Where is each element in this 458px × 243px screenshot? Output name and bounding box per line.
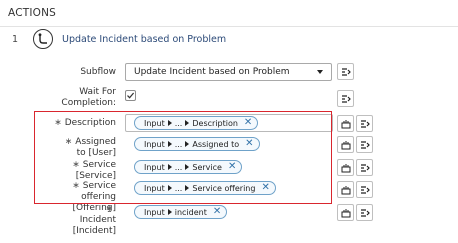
subflow-select-value: Update Incident based on Problem <box>134 67 290 77</box>
section-title: ACTIONS <box>8 7 57 19</box>
data-pill-picker-icon <box>341 140 350 149</box>
data-pill-picker-button[interactable] <box>337 115 354 132</box>
step-title-link[interactable]: Update Incident based on Problem <box>62 34 226 45</box>
chevron-down-icon <box>317 70 323 74</box>
wait-label: Wait For Completion: <box>36 87 116 109</box>
script-toggle-button[interactable] <box>356 204 373 221</box>
data-pill-picker-button[interactable] <box>337 181 354 198</box>
step-number: 1 <box>12 34 19 45</box>
wait-for-completion-checkbox[interactable] <box>125 90 136 101</box>
script-toggle-icon <box>360 140 370 149</box>
script-toggle-button[interactable] <box>356 159 373 176</box>
highlight-box <box>34 111 332 204</box>
script-toggle-button[interactable] <box>337 90 354 107</box>
script-toggle-icon <box>341 94 351 103</box>
incident-label: ∗ Incident [Incident] <box>72 204 116 236</box>
script-toggle-button[interactable] <box>356 181 373 198</box>
data-pill-picker-icon <box>341 119 350 128</box>
checkmark-icon <box>127 92 135 99</box>
script-toggle-icon <box>341 67 351 76</box>
incident-data-pill[interactable]: Input incident ✕ <box>134 205 228 219</box>
data-pill-picker-icon <box>341 163 350 172</box>
data-pill-picker-icon <box>341 185 350 194</box>
script-toggle-button[interactable] <box>356 136 373 153</box>
wait-label-line2: Completion: <box>61 98 116 108</box>
script-toggle-button[interactable] <box>337 63 354 80</box>
flow-icon <box>33 29 53 49</box>
subflow-label: Subflow <box>80 67 116 77</box>
script-toggle-icon <box>360 163 370 172</box>
data-pill-picker-button[interactable] <box>337 136 354 153</box>
data-pill-picker-button[interactable] <box>337 159 354 176</box>
data-pill-picker-button[interactable] <box>337 204 354 221</box>
data-pill-picker-icon <box>341 208 350 217</box>
script-toggle-button[interactable] <box>356 115 373 132</box>
subflow-select[interactable]: Update Incident based on Problem <box>125 63 332 81</box>
script-toggle-icon <box>360 185 370 194</box>
close-icon[interactable]: ✕ <box>213 207 221 217</box>
wait-label-line1: Wait For <box>79 87 116 97</box>
script-toggle-icon <box>360 208 370 217</box>
script-toggle-icon <box>360 119 370 128</box>
actions-header: ACTIONS <box>0 0 458 27</box>
